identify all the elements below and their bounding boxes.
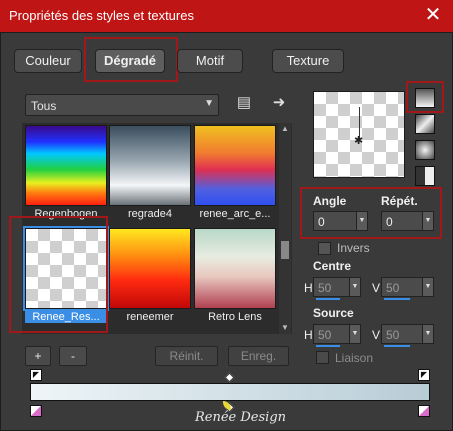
gallery-item-renee-arc[interactable]: renee_arc_e... <box>194 125 276 220</box>
window-title: Propriétés des styles et textures <box>9 8 194 23</box>
gallery-item-regrade4[interactable]: regrade4 <box>109 125 191 220</box>
steel-gradient-thumbnail <box>109 125 191 206</box>
highlight-box-gallery-item <box>9 216 108 333</box>
center-h-progress <box>316 298 340 300</box>
rainbow-gradient-thumbnail <box>25 125 107 206</box>
center-label: Centre <box>313 259 352 273</box>
source-h-value: 50 <box>318 328 332 342</box>
source-h-spinner[interactable]: 50 ▼ <box>313 324 361 347</box>
angle-value: 0 <box>318 215 325 229</box>
gallery-item-label: Retro Lens <box>208 311 262 323</box>
chevron-down-icon[interactable]: ▼ <box>349 325 360 343</box>
center-v-value: 50 <box>386 281 400 295</box>
center-h-label: H <box>304 281 313 295</box>
title-bar: Propriétés des styles et textures ✕ <box>0 0 453 32</box>
color-stop-right-icon[interactable] <box>418 405 430 417</box>
library-icon[interactable]: ▤ <box>236 95 252 111</box>
repeat-value: 0 <box>386 215 393 229</box>
highlight-box-tab <box>84 37 178 82</box>
remove-button[interactable]: - <box>59 346 87 366</box>
add-button[interactable]: + <box>25 346 51 366</box>
tab-couleur[interactable]: Couleur <box>14 49 82 73</box>
close-icon[interactable]: ✕ <box>413 0 453 32</box>
radial-style-icon[interactable] <box>415 140 435 160</box>
source-v-value: 50 <box>386 328 400 342</box>
gallery-item-retro-lens[interactable]: Retro Lens <box>194 228 276 323</box>
highlight-box-style <box>406 81 444 113</box>
center-h-spinner[interactable]: 50 ▼ <box>313 277 361 300</box>
gradient-editor-bar[interactable] <box>30 383 430 401</box>
repeat-label: Répét. <box>381 194 418 208</box>
source-v-spinner[interactable]: 50 ▼ <box>381 324 434 347</box>
source-h-label: H <box>304 328 313 342</box>
tab-motif[interactable]: Motif <box>177 49 243 73</box>
gallery-item-reneemer[interactable]: reneemer <box>109 228 191 323</box>
repeat-spinner[interactable]: 0 ▼ <box>381 211 434 231</box>
red-yellow-gradient-thumbnail <box>109 228 191 309</box>
angle-label: Angle <box>313 194 347 208</box>
arrow-right-icon[interactable]: ➜ <box>271 95 287 111</box>
color-stop-left-icon[interactable] <box>30 405 42 417</box>
invert-label: Invers <box>337 241 370 255</box>
gallery-item-label: regrade4 <box>127 208 173 220</box>
center-v-progress <box>384 298 410 300</box>
scroll-down-icon[interactable]: ▼ <box>279 322 291 334</box>
gradient-center-icon: ✱ <box>354 135 364 147</box>
center-v-spinner[interactable]: 50 ▼ <box>381 277 434 300</box>
center-v-label: V <box>372 281 381 295</box>
angle-spinner[interactable]: 0 ▼ <box>313 211 368 231</box>
opacity-stop-left-icon[interactable]: ◤ <box>30 369 42 381</box>
gallery-item-label: renee_arc_e... <box>199 208 271 220</box>
gallery-item-regenbogen[interactable]: Regenbogen <box>25 125 107 220</box>
tab-texture[interactable]: Texture <box>272 49 344 73</box>
link-checkbox[interactable] <box>316 351 329 364</box>
category-select[interactable]: Tous ▼ <box>25 94 219 116</box>
source-v-progress <box>384 345 410 347</box>
category-select-value: Tous <box>31 99 57 113</box>
chevron-down-icon[interactable]: ▼ <box>356 212 367 230</box>
save-button[interactable]: Enreg. <box>228 346 289 366</box>
opacity-stop-right-icon[interactable]: ◤ <box>418 369 430 381</box>
rectangular-style-icon[interactable] <box>415 114 435 134</box>
chevron-down-icon[interactable]: ▼ <box>349 278 360 296</box>
gradient-preview[interactable]: ✱ <box>313 91 405 178</box>
gallery-item-label: reneemer <box>126 311 174 323</box>
sunburst-style-icon[interactable] <box>415 166 435 186</box>
chevron-down-icon: ▼ <box>204 98 214 109</box>
chevron-down-icon[interactable]: ▼ <box>422 212 433 230</box>
yellow-red-blue-gradient-thumbnail <box>194 125 276 206</box>
chevron-down-icon[interactable]: ▼ <box>422 325 433 343</box>
gallery-scrollbar[interactable]: ▲ ▼ <box>279 123 291 334</box>
scrollbar-thumb[interactable] <box>281 241 289 259</box>
reset-button[interactable]: Réinit. <box>155 346 218 366</box>
link-label: Liaison <box>335 351 374 365</box>
scroll-up-icon[interactable]: ▲ <box>279 123 291 135</box>
source-label: Source <box>313 306 354 320</box>
source-h-progress <box>316 345 340 347</box>
source-v-label: V <box>372 328 381 342</box>
center-h-value: 50 <box>318 281 332 295</box>
chevron-down-icon[interactable]: ▼ <box>422 278 433 296</box>
retro-lens-gradient-thumbnail <box>194 228 276 309</box>
watermark: Renée Design <box>195 410 287 425</box>
invert-checkbox[interactable] <box>318 242 331 255</box>
